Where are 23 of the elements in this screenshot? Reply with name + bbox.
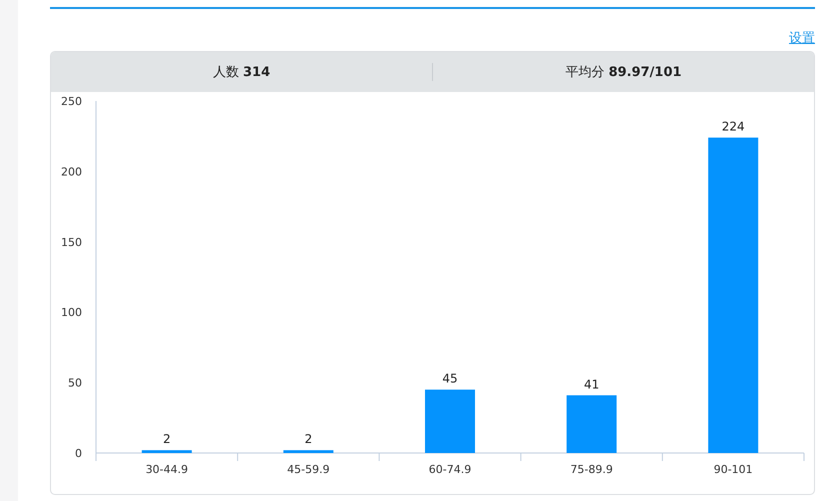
- bar-value-label: 2: [304, 432, 312, 446]
- y-tick-label: 100: [61, 306, 82, 320]
- y-tick-label: 50: [68, 376, 82, 390]
- x-tick-label: 30-44.9: [146, 463, 188, 476]
- bar-value-label: 45: [442, 372, 458, 386]
- bar-value-label: 2: [162, 432, 171, 446]
- x-tick-label: 45-59.9: [287, 463, 330, 476]
- bar-value-label: 224: [722, 120, 745, 134]
- y-tick-label: 150: [61, 236, 82, 249]
- stat-text: 平均分 89.97/101: [565, 64, 682, 81]
- x-tick-label: 75-89.9: [570, 463, 613, 476]
- bar-value-label: 41: [584, 377, 600, 392]
- y-tick-label: 0: [75, 447, 82, 460]
- x-tick-label: 60-74.9: [428, 463, 472, 476]
- settings-link[interactable]: 设置: [789, 29, 815, 47]
- bar: [283, 450, 334, 453]
- y-tick-label: 200: [61, 165, 82, 178]
- bar: [566, 395, 617, 453]
- bar: [142, 450, 192, 453]
- x-tick-label: 90-101: [714, 463, 753, 476]
- y-tick-label: 250: [61, 95, 82, 108]
- stat-text: 人数 314: [212, 64, 270, 81]
- bar: [425, 390, 475, 453]
